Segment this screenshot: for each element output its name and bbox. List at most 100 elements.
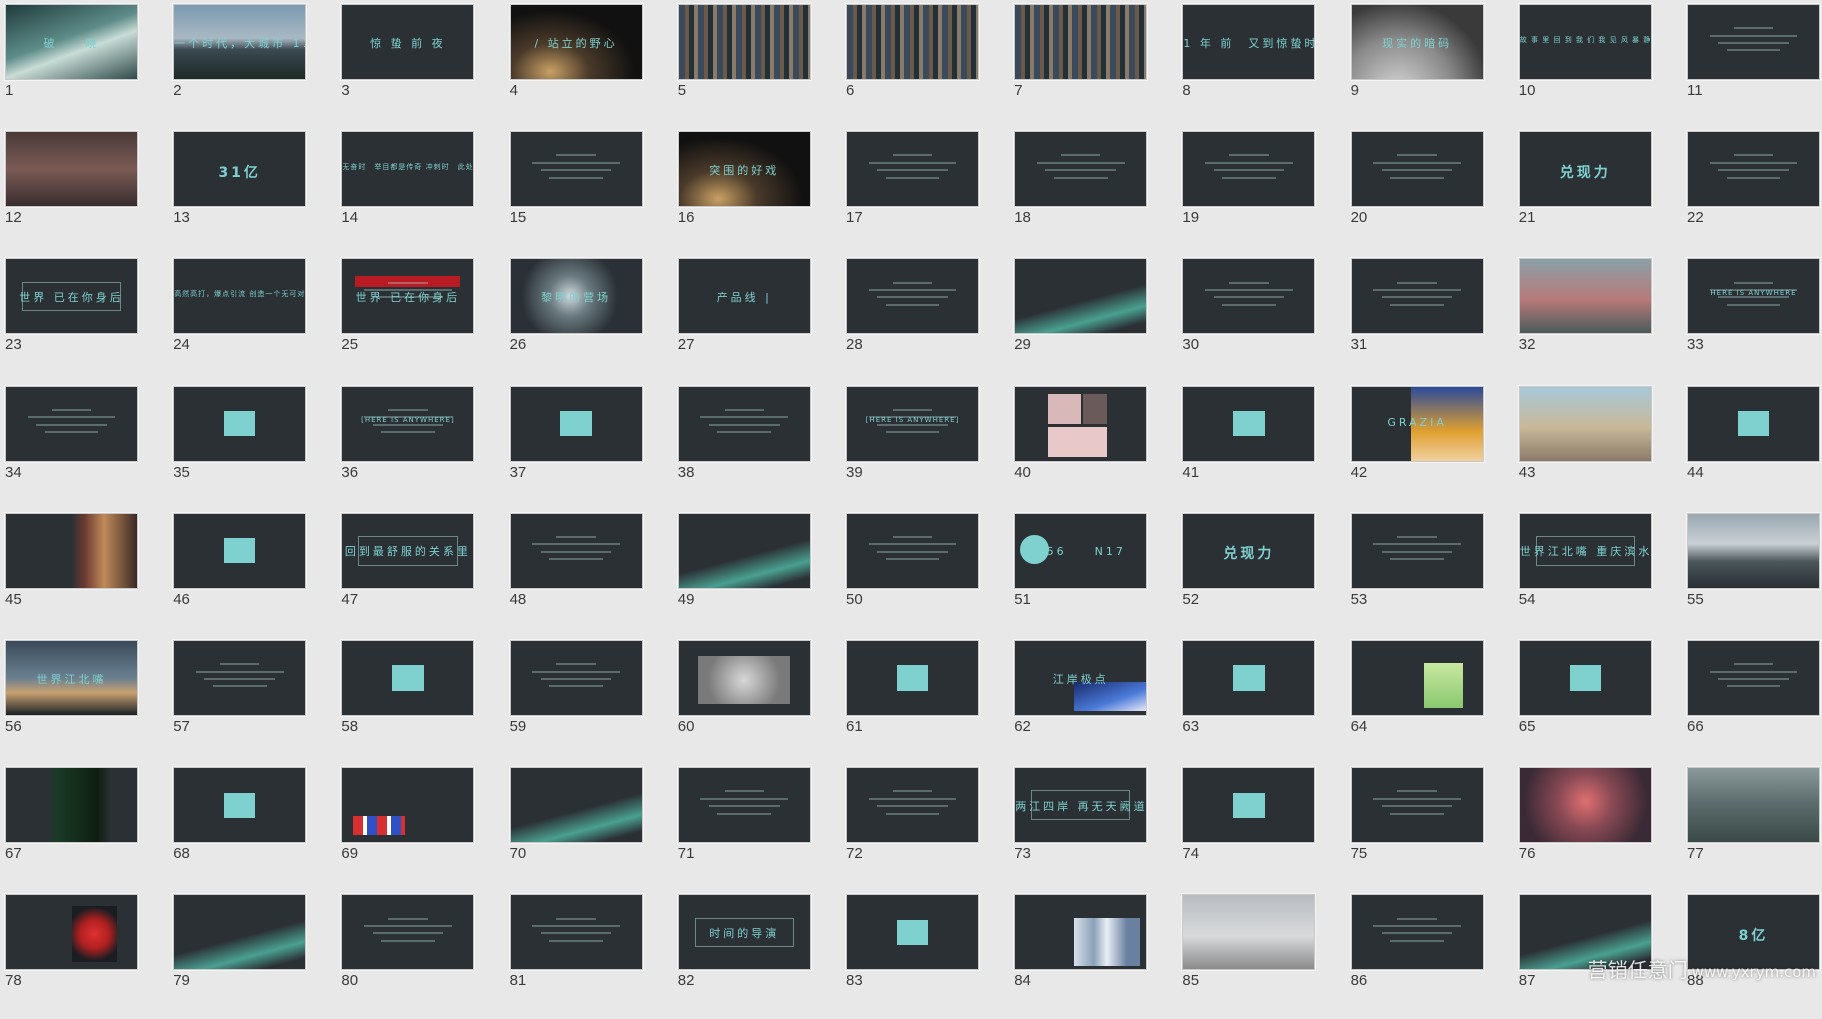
slide-cell[interactable]: 世界江北嘴 重庆滨水生活论 54 <box>1515 511 1683 638</box>
slide-thumbnail[interactable] <box>173 512 307 589</box>
slide-cell[interactable]: 11 <box>1683 2 1822 129</box>
slide-cell[interactable]: 45 <box>1 511 169 638</box>
slide-thumbnail[interactable] <box>1518 385 1652 462</box>
slide-cell[interactable]: 70 <box>506 765 674 892</box>
slide-cell[interactable]: 83 <box>842 892 1010 1019</box>
slide-thumbnail[interactable]: 1 年 前 又到惊蛰时刻 <box>1182 4 1316 80</box>
slide-thumbnail[interactable] <box>1687 640 1820 716</box>
slide-cell[interactable]: 58 <box>337 638 505 765</box>
slide-thumbnail[interactable]: 故 事 里 回 到 我 们 我 见 风 暴 静 听 海 声 <box>1518 4 1652 80</box>
slide-thumbnail[interactable] <box>1687 131 1820 208</box>
slide-cell[interactable]: 77 <box>1683 765 1822 892</box>
slide-cell[interactable]: 43 <box>1515 384 1683 511</box>
slide-thumbnail[interactable]: 兑现力 <box>1518 131 1652 208</box>
slide-thumbnail[interactable] <box>509 385 643 462</box>
slide-thumbnail[interactable] <box>509 640 643 716</box>
slide-cell[interactable]: 29 <box>1010 256 1178 383</box>
slide-cell[interactable]: 1 年 前 又到惊蛰时刻 8 <box>1178 2 1346 129</box>
slide-cell[interactable]: 76 <box>1515 765 1683 892</box>
slide-thumbnail[interactable]: 一个时代，大城市 11号 <box>173 4 307 80</box>
slide-thumbnail[interactable] <box>173 385 307 462</box>
slide-cell[interactable]: 无奋时 举目都是传奇 冲刺时 此处可见海洋 14 <box>337 129 505 256</box>
slide-thumbnail[interactable] <box>341 640 475 716</box>
slide-thumbnail[interactable] <box>846 767 979 844</box>
slide-thumbnail[interactable] <box>1687 385 1820 462</box>
slide-cell[interactable]: 故 事 里 回 到 我 们 我 见 风 暴 静 听 海 声 10 <box>1515 2 1683 129</box>
slide-cell[interactable]: 15 <box>506 129 674 256</box>
slide-thumbnail[interactable]: [HERE IS ANYWHERE] <box>846 385 979 462</box>
slide-thumbnail[interactable] <box>1182 131 1316 208</box>
slide-thumbnail[interactable]: 黎明的营场 <box>509 258 643 335</box>
slide-thumbnail[interactable]: 时间的导演 <box>677 894 811 971</box>
slide-cell[interactable]: 67 <box>1 765 169 892</box>
slide-thumbnail[interactable] <box>173 767 307 844</box>
slide-cell[interactable]: 41 <box>1178 384 1346 511</box>
slide-thumbnail[interactable] <box>509 131 643 208</box>
slide-cell[interactable]: 46 <box>169 511 337 638</box>
slide-cell[interactable]: 81 <box>506 892 674 1019</box>
slide-thumbnail[interactable] <box>1182 258 1316 335</box>
slide-cell[interactable]: 50 <box>842 511 1010 638</box>
slide-thumbnail[interactable] <box>846 258 979 335</box>
slide-cell[interactable]: 55 <box>1683 511 1822 638</box>
slide-thumbnail[interactable] <box>1687 767 1820 844</box>
slide-thumbnail[interactable]: 世界 已在你身后 <box>5 258 138 335</box>
slide-thumbnail[interactable] <box>1182 767 1316 844</box>
slide-cell[interactable]: 32 <box>1515 256 1683 383</box>
slide-thumbnail[interactable]: 无奋时 举目都是传奇 冲刺时 此处可见海洋 <box>341 131 475 208</box>
slide-cell[interactable]: 86 <box>1347 892 1515 1019</box>
slide-cell[interactable]: 35 <box>169 384 337 511</box>
slide-cell[interactable]: 31亿 13 <box>169 129 337 256</box>
slide-thumbnail[interactable] <box>509 894 643 971</box>
slide-cell[interactable]: 48 <box>506 511 674 638</box>
slide-cell[interactable]: HERE IS ANYWHERE 33 <box>1683 256 1822 383</box>
slide-thumbnail[interactable]: 江岸极点 <box>1014 640 1148 716</box>
slide-thumbnail[interactable]: [HERE IS ANYWHERE] <box>341 385 475 462</box>
slide-thumbnail[interactable] <box>846 640 979 716</box>
slide-thumbnail[interactable] <box>846 4 979 80</box>
slide-cell[interactable]: 71 <box>674 765 842 892</box>
slide-cell[interactable]: 惊 蛰 前 夜 3 <box>337 2 505 129</box>
slide-cell[interactable]: 79 <box>169 892 337 1019</box>
slide-cell[interactable]: 49 <box>674 511 842 638</box>
slide-thumbnail[interactable]: 兑现力 <box>1182 512 1316 589</box>
slide-thumbnail[interactable]: 产品线 | <box>677 258 811 335</box>
slide-thumbnail[interactable] <box>5 894 138 971</box>
slide-thumbnail[interactable] <box>1014 4 1148 80</box>
slide-cell[interactable]: 66 <box>1683 638 1822 765</box>
slide-cell[interactable]: 7 <box>1010 2 1178 129</box>
slide-cell[interactable]: 兑现力 21 <box>1515 129 1683 256</box>
slide-cell[interactable]: 12 <box>1 129 169 256</box>
slide-thumbnail[interactable] <box>5 512 138 589</box>
slide-thumbnail[interactable] <box>1350 512 1484 589</box>
slide-cell[interactable]: 世界 已在你身后 23 <box>1 256 169 383</box>
slide-cell[interactable]: 19 <box>1178 129 1346 256</box>
slide-thumbnail[interactable] <box>1014 258 1148 335</box>
slide-cell[interactable]: [HERE IS ANYWHERE] 39 <box>842 384 1010 511</box>
slide-thumbnail[interactable]: 世界 已在你身后 <box>341 258 475 335</box>
slide-cell[interactable]: 18 <box>1010 129 1178 256</box>
slide-thumbnail[interactable] <box>1182 640 1316 716</box>
slide-cell[interactable]: [HERE IS ANYWHERE] 36 <box>337 384 505 511</box>
slide-cell[interactable]: 22 <box>1683 129 1822 256</box>
slide-thumbnail[interactable] <box>1350 894 1484 971</box>
slide-thumbnail[interactable] <box>846 131 979 208</box>
slide-thumbnail[interactable]: 惊 蛰 前 夜 <box>341 4 475 80</box>
slide-thumbnail[interactable] <box>846 894 979 971</box>
slide-cell[interactable]: 53 <box>1347 511 1515 638</box>
slide-cell[interactable]: 一个时代，大城市 11号 2 <box>169 2 337 129</box>
slide-thumbnail[interactable]: N56 N17 <box>1014 512 1148 589</box>
slide-cell[interactable]: 破 晓 1 <box>1 2 169 129</box>
slide-thumbnail[interactable]: 回到最舒服的关系里 <box>341 512 475 589</box>
slide-cell[interactable]: 64 <box>1347 638 1515 765</box>
slide-thumbnail[interactable] <box>1518 640 1652 716</box>
slide-thumbnail[interactable]: / 站立的野心 <box>509 4 643 80</box>
slide-cell[interactable]: 31 <box>1347 256 1515 383</box>
slide-thumbnail[interactable] <box>677 4 811 80</box>
slide-cell[interactable]: 黎明的营场 26 <box>506 256 674 383</box>
slide-cell[interactable]: 世界 已在你身后 25 <box>337 256 505 383</box>
slide-cell[interactable]: 63 <box>1178 638 1346 765</box>
slide-cell[interactable]: 37 <box>506 384 674 511</box>
slide-cell[interactable]: 72 <box>842 765 1010 892</box>
slide-cell[interactable]: 85 <box>1178 892 1346 1019</box>
